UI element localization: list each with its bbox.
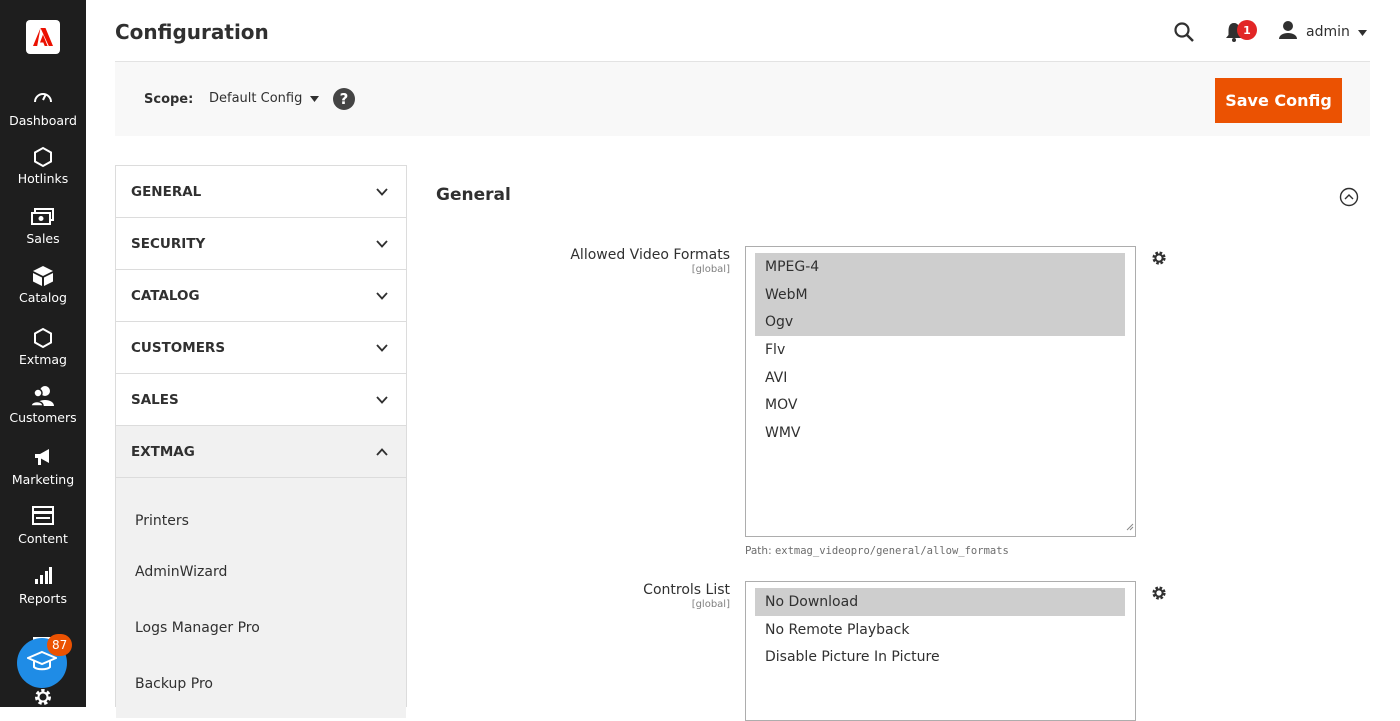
resize-handle-icon[interactable] (1126, 516, 1134, 535)
nav-label: Dashboard (9, 113, 77, 128)
nav-label: Catalog (18, 290, 67, 305)
path-prefix: Path: (745, 545, 772, 557)
learning-count-badge: 87 (47, 634, 73, 656)
tab-label: CUSTOMERS (131, 339, 226, 356)
option-webm[interactable]: WebM (755, 280, 1125, 309)
user-menu[interactable]: admin (1278, 20, 1367, 44)
hexagon-icon (0, 146, 86, 168)
tab-item-logs-manager-pro[interactable]: Logs Manager Pro (116, 600, 406, 656)
tab-sales[interactable]: SALES (116, 374, 406, 426)
page-title: Configuration (115, 20, 269, 44)
search-icon[interactable] (1174, 22, 1194, 46)
tab-general[interactable]: GENERAL (116, 166, 406, 218)
scope-bar: Scope: Default Config ? Save Config (115, 61, 1370, 136)
formats-label: Allowed Video Formats (570, 247, 730, 263)
nav-catalog[interactable]: Catalog (0, 265, 86, 305)
speedometer-icon (0, 88, 86, 110)
nav-extmag[interactable]: Extmag (0, 327, 86, 367)
option-avi[interactable]: AVI (755, 364, 1125, 392)
chevron-down-icon (376, 236, 388, 252)
tab-label: SALES (131, 391, 179, 408)
option-mov[interactable]: MOV (755, 391, 1125, 419)
adobe-logo[interactable] (26, 20, 60, 54)
tab-label: CATALOG (131, 287, 200, 304)
nav-reports[interactable]: Reports (0, 566, 86, 606)
config-tabs: GENERAL SECURITY CATALOG CUSTOMERS SALES… (115, 165, 407, 718)
nav-customers[interactable]: Customers (0, 385, 86, 425)
box-icon (0, 265, 86, 287)
controls-label: Controls List (643, 582, 730, 598)
nav-label: Extmag (19, 352, 67, 367)
option-disable-pip[interactable]: Disable Picture In Picture (755, 643, 1125, 671)
megaphone-icon (0, 447, 86, 469)
nav-label: Content (18, 531, 68, 546)
caret-down-icon (310, 91, 320, 106)
option-mpeg4[interactable]: MPEG-4 (755, 253, 1125, 281)
tab-item-backup-pro[interactable]: Backup Pro (116, 656, 406, 712)
chevron-up-icon (376, 444, 388, 460)
tab-security[interactable]: SECURITY (116, 218, 406, 270)
nav-label: Customers (9, 410, 77, 425)
chevron-down-icon (376, 288, 388, 304)
caret-down-icon (1357, 24, 1367, 40)
nav-content[interactable]: Content (0, 506, 86, 546)
help-icon[interactable]: ? (333, 88, 355, 110)
tab-catalog[interactable]: CATALOG (116, 270, 406, 322)
tab-label: SECURITY (131, 235, 206, 252)
save-config-button[interactable]: Save Config (1215, 78, 1342, 123)
chevron-down-icon (376, 340, 388, 356)
user-name: admin (1306, 24, 1350, 40)
hexagon-icon (0, 327, 86, 349)
option-no-remote-playback[interactable]: No Remote Playback (755, 616, 1125, 644)
nav-dashboard[interactable]: Dashboard (0, 88, 86, 128)
config-path-note: Path: extmag_videopro/general/allow_form… (745, 545, 1009, 557)
scope-label: Scope: (144, 92, 194, 107)
controls-multiselect[interactable]: No Download No Remote Playback Disable P… (745, 581, 1136, 721)
section-title: General (436, 185, 511, 205)
gear-icon[interactable] (33, 687, 53, 711)
tab-label: GENERAL (131, 183, 202, 200)
tab-extmag[interactable]: EXTMAG (116, 426, 406, 478)
notification-badge: 1 (1237, 20, 1257, 40)
nav-label: Sales (26, 231, 60, 246)
nav-bottom-group: 87 (0, 628, 86, 707)
bar-chart-icon (0, 566, 86, 588)
cash-icon (0, 206, 86, 228)
scope-switcher[interactable]: Default Config (209, 91, 320, 106)
collapse-icon[interactable] (1339, 187, 1359, 211)
nav-label: Marketing (11, 472, 75, 487)
extmag-items: Printers AdminWizard Logs Manager Pro Ba… (116, 478, 406, 718)
option-ogv[interactable]: Ogv (755, 308, 1125, 337)
scope-value: Default Config (209, 91, 303, 106)
formats-multiselect[interactable]: MPEG-4 WebM Ogv Flv AVI MOV WMV (745, 246, 1136, 537)
users-icon (0, 385, 86, 407)
tab-item-adminwizard[interactable]: AdminWizard (116, 544, 406, 600)
layout-icon (0, 506, 86, 528)
config-path: extmag_videopro/general/allow_formats (774, 545, 1009, 557)
option-no-download[interactable]: No Download (755, 588, 1125, 616)
admin-sidebar: Dashboard Hotlinks Sales Catalog Extmag … (0, 0, 86, 707)
formats-scope: [global] (691, 264, 730, 275)
tab-customers[interactable]: CUSTOMERS (116, 322, 406, 374)
user-icon (1278, 20, 1298, 44)
chevron-down-icon (376, 392, 388, 408)
gear-icon[interactable] (1151, 585, 1167, 605)
option-wmv[interactable]: WMV (755, 419, 1125, 447)
nav-label: Hotlinks (17, 171, 69, 186)
nav-hotlinks[interactable]: Hotlinks (0, 146, 86, 186)
controls-scope: [global] (691, 599, 730, 610)
tab-item-printers[interactable]: Printers (116, 478, 406, 544)
tab-label: EXTMAG (131, 443, 195, 460)
gear-icon[interactable] (1151, 250, 1167, 270)
option-flv[interactable]: Flv (755, 336, 1125, 364)
chevron-down-icon (376, 184, 388, 200)
nav-label: Reports (19, 591, 67, 606)
nav-marketing[interactable]: Marketing (0, 447, 86, 487)
nav-sales[interactable]: Sales (0, 206, 86, 246)
